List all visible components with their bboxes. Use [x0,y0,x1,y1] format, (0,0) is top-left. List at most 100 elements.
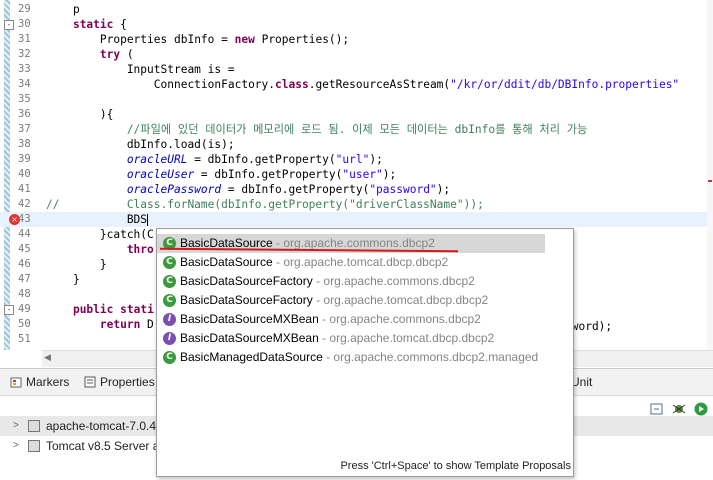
start-server-icon[interactable] [694,401,708,416]
code-line[interactable]: 32 try ( [0,47,713,62]
code-line[interactable]: 34 ConnectionFactory.class.getResourceAs… [0,77,713,92]
code-text: try ( [99,48,134,61]
proposal-name: BasicDataSourceMXBean [180,331,319,345]
line-number: 32 [18,48,31,60]
code-line[interactable]: 33 InputStream is = [0,62,713,77]
content-assist-popup[interactable]: C BasicDataSource - org.apache.commons.db… [156,228,574,477]
proposal-item[interactable]: C BasicManagedDataSource - org.apache.com… [157,348,545,367]
line-number: 29 [18,3,31,15]
code-text: // Class.forName(dbInfo.getProperty("dri… [46,198,484,211]
code-line[interactable]: 38 dbInfo.load(is); [0,137,713,152]
code-text: ConnectionFactory.class.getResourceAsStr… [46,78,680,91]
markers-icon [10,376,22,388]
proposal-package: - org.apache.commons.dbcp2 [272,236,435,250]
proposal-item[interactable]: I BasicDataSourceMXBean - org.apache.tomc… [157,329,545,348]
proposal-name: BasicDataSourceFactory [180,274,313,288]
line-number: 43 [18,213,31,225]
code-line[interactable]: × 43 BDS [0,212,713,227]
code-text: oracleURL = dbInfo.getProperty("url"); [126,153,383,166]
proposal-item[interactable]: C BasicDataSourceFactory - org.apache.tom… [157,291,545,310]
code-text: } [46,258,107,271]
code-line[interactable]: 35 [0,92,713,107]
line-number: 48 [18,288,31,300]
code-text: p [46,3,80,16]
code-line[interactable]: 31 Properties dbInfo = new Properties(); [0,32,713,47]
code-line[interactable]: 39 oracleURL = dbInfo.getProperty("url")… [0,152,713,167]
proposal-item[interactable]: C BasicDataSource - org.apache.tomcat.dbc… [157,253,545,272]
tab-markers[interactable]: Markers [10,374,69,390]
proposal-item[interactable]: C BasicDataSourceFactory - org.apache.com… [157,272,545,291]
line-number: 50 [18,318,31,330]
code-line[interactable]: 37 //파일에 있던 데이터가 메모리에 로드 됨. 이제 모든 데이터는 d… [0,122,713,137]
line-number: 30 [18,18,31,30]
code-line[interactable]: -30 static { [0,17,713,32]
line-number: 39 [18,153,31,165]
tab-markers-label: Markers [26,375,70,389]
code-text: BDS [46,213,149,226]
line-number: 34 [18,78,31,90]
chevron-right-icon[interactable]: > [13,416,19,436]
proposal-name: BasicManagedDataSource [180,350,323,364]
class-icon: C [163,294,176,307]
tab-junit-label: Unit [571,375,593,389]
code-text: }catch(C [46,228,154,241]
proposal-package: - org.apache.commons.dbcp2 [312,274,475,288]
code-text: Properties dbInfo = new Properties(); [46,33,350,46]
proposal-package: - org.apache.commons.dbcp2.managed [322,350,539,364]
line-number: 31 [18,33,31,45]
code-line[interactable]: 36 ){ [0,107,713,122]
line-number: 42 [18,198,31,210]
line-number: 40 [18,168,31,180]
line-number: 46 [18,258,31,270]
chevron-right-icon[interactable]: > [13,436,19,456]
error-marker[interactable] [708,180,712,182]
proposal-package: - org.apache.commons.dbcp2 [318,312,481,326]
proposal-scroll-area [549,229,573,455]
fold-toggle-icon[interactable]: - [4,20,14,30]
proposal-package: - org.apache.tomcat.dbcp.dbcp2 [312,293,489,307]
line-number: 33 [18,63,31,75]
code-text: //파일에 있던 데이터가 메모리에 로드 됨. 이제 모든 데이터는 dbIn… [46,123,588,136]
tab-properties[interactable]: Properties [84,374,155,390]
line-number: 45 [18,243,31,255]
proposal-package: - org.apache.tomcat.dbcp.dbcp2 [272,255,449,269]
server-label: apache-tomcat-7.0.4 [46,419,157,433]
class-icon: C [163,351,176,364]
code-text: return D [99,318,154,331]
overview-ruler[interactable] [707,0,713,350]
proposal-name: BasicDataSourceFactory [180,293,313,307]
collapse-all-icon[interactable] [650,401,664,415]
line-number: 51 [18,333,31,345]
tab-properties-label: Properties [100,375,155,389]
code-line[interactable]: 41 oraclePassword = dbInfo.getProperty("… [0,182,713,197]
interface-icon: I [163,313,176,326]
code-text: InputStream is = [46,63,235,76]
code-text: public stati [72,303,154,316]
debug-server-icon[interactable] [672,401,686,415]
properties-icon [84,376,96,388]
code-text: dbInfo.load(is); [46,138,235,151]
code-text: } [46,273,80,286]
code-text: oracleUser = dbInfo.getProperty("user"); [126,168,397,181]
interface-icon: I [163,332,176,345]
line-number: 47 [18,273,31,285]
proposal-name: BasicDataSource [180,255,273,269]
code-text: ){ [46,108,114,121]
proposal-item[interactable]: I BasicDataSourceMXBean - org.apache.comm… [157,310,545,329]
proposal-name: BasicDataSourceMXBean [180,312,319,326]
fold-toggle-icon[interactable]: - [4,305,14,315]
content-assist-footer: Press 'Ctrl+Space' to show Template Prop… [157,456,573,476]
scroll-left-icon[interactable]: ◀ [44,353,51,363]
server-icon [28,420,40,432]
code-line[interactable]: 40 oracleUser = dbInfo.getProperty("user… [0,167,713,182]
code-line[interactable]: 29 p [0,2,713,17]
line-number: 36 [18,108,31,120]
text-caret [147,214,149,226]
line-number: 38 [18,138,31,150]
code-text: oraclePassword = dbInfo.getProperty("pas… [126,183,451,196]
class-icon: C [163,275,176,288]
line-number: 35 [18,93,31,105]
server-label: Tomcat v8.5 Server a [46,439,160,453]
tab-junit[interactable]: Unit [571,374,592,390]
code-line[interactable]: 42 // Class.forName(dbInfo.getProperty("d… [0,197,713,212]
